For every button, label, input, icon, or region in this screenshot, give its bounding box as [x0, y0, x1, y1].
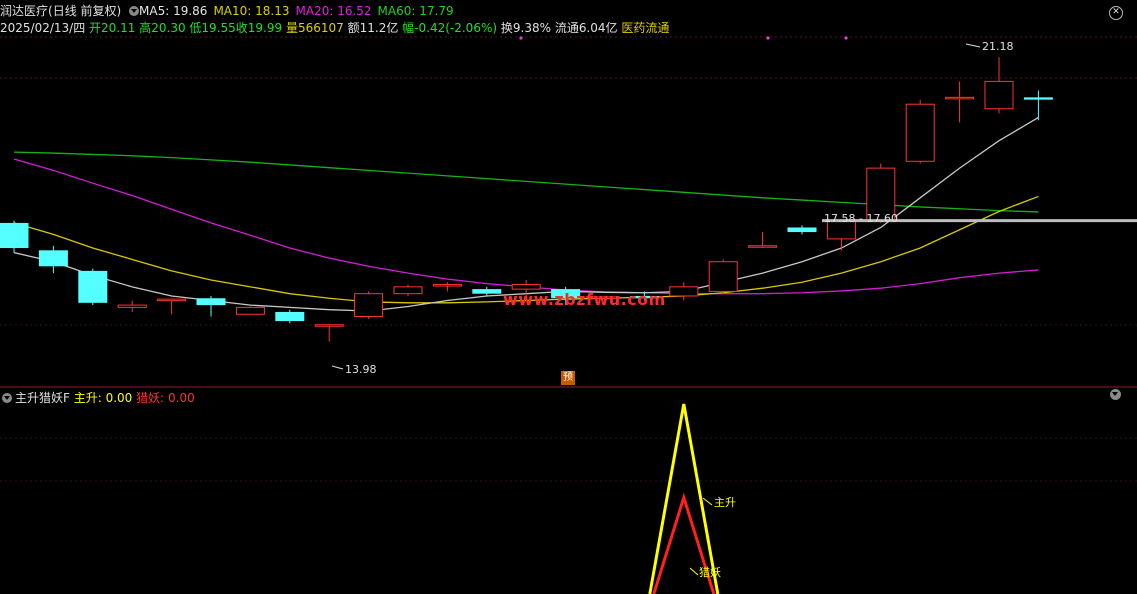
indicator-name[interactable]: 主升猎妖F: [15, 391, 70, 405]
candle: [432, 282, 462, 292]
candle: [275, 309, 305, 324]
candle-body: [354, 293, 384, 318]
low-price-label: 13.98: [345, 363, 377, 376]
candle-body: [472, 289, 502, 294]
candle-body: [748, 245, 778, 248]
range-label: 17.58 - 17.60: [824, 212, 898, 225]
candle-body: [196, 298, 226, 306]
candle-body: [1023, 97, 1053, 100]
candle-body: [235, 306, 265, 315]
candle: [117, 300, 147, 312]
candle: [945, 81, 975, 123]
candle-body: [669, 286, 699, 297]
candle-body: [432, 284, 462, 287]
candle-body: [984, 80, 1014, 110]
candle: [748, 232, 778, 249]
candle: [38, 245, 68, 274]
candle: [196, 295, 226, 317]
candle-body: [511, 284, 541, 290]
arrow-hunt-label: 猎妖: [699, 565, 721, 579]
arrow-hunt-pointer: [689, 567, 699, 576]
candle-body: [38, 250, 68, 267]
grid-lines: [0, 36, 1137, 482]
candle-body: [117, 304, 147, 308]
candle: [314, 324, 344, 342]
high-arrow: [965, 43, 981, 48]
candle: [984, 57, 1014, 114]
forecast-badge[interactable]: 预: [561, 371, 575, 385]
indicator-header: 主升猎妖F 主升: 0.00 猎妖: 0.00: [2, 389, 195, 406]
candle: [0, 220, 29, 253]
candle: [905, 99, 935, 164]
indicator-collapse-icon[interactable]: [1110, 389, 1121, 400]
candle: [393, 284, 423, 296]
candle: [787, 225, 817, 235]
candle: [669, 282, 699, 301]
candle: [472, 286, 502, 296]
arrow-main-pointer: [702, 497, 713, 506]
candle-body: [157, 298, 187, 302]
candle-body: [314, 324, 344, 327]
signal-dot: [519, 36, 523, 40]
arrow-main-label: 主升: [714, 496, 736, 509]
high-price-label: 21.18: [982, 40, 1014, 53]
candle: [78, 268, 108, 306]
low-arrow: [331, 365, 344, 370]
candle: [235, 306, 265, 315]
zhusheng-value: 主升: 0.00: [73, 391, 133, 405]
signal-dot: [844, 36, 848, 40]
candle: [1023, 90, 1053, 121]
candle: [354, 291, 384, 319]
candle-body: [787, 227, 817, 233]
candle: [157, 298, 187, 315]
candle: [708, 259, 738, 294]
candle: [826, 221, 856, 251]
candle-body: [708, 261, 738, 292]
indicator-dropdown-icon[interactable]: [2, 393, 12, 403]
lieyao-signal: [652, 492, 716, 594]
candle-body: [393, 286, 423, 295]
watermark: www.zbzfwu.com: [503, 290, 666, 309]
candle-body: [945, 96, 975, 100]
candle-body: [905, 103, 935, 162]
price-marks: [331, 43, 1137, 370]
signal-dot: [766, 36, 770, 40]
candle-body: [78, 270, 108, 303]
candle-body: [275, 311, 305, 322]
stock-chart-window: { "header": { "stock_name": "润达医疗", "per…: [0, 0, 1137, 594]
candle-body: [0, 222, 29, 249]
lieyao-value: 猎妖: 0.00: [136, 391, 195, 405]
